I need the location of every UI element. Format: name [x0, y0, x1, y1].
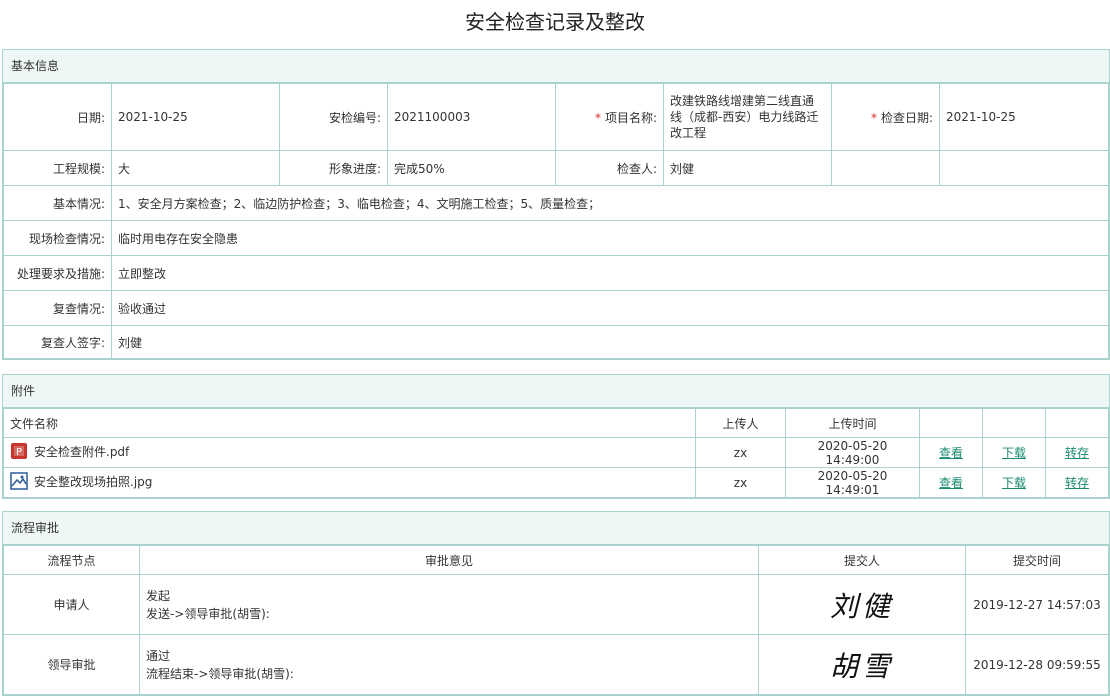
table-row: 领导审批 通过 流程结束->领导审批(胡雪): 胡雪 2019-12-28 09…: [3, 634, 1109, 695]
handle-label: 处理要求及措施:: [3, 255, 112, 291]
file-name[interactable]: 安全检查附件.pdf: [34, 445, 129, 459]
flow-detail: 流程结束->领导审批(胡雪):: [146, 666, 294, 681]
site-check-value: 临时用电存在安全隐患: [111, 220, 1109, 256]
image-file-icon: [10, 472, 28, 493]
date-label: 日期:: [3, 83, 112, 151]
recheck-sign-value: 刘健: [111, 325, 1109, 359]
signature-image: 刘健: [829, 589, 894, 623]
flow-approval-header: 流程审批: [3, 512, 1109, 545]
flow-approval-section: 流程审批 流程节点 审批意见 提交人 提交时间 申请人 发起 发送->领导审批(…: [2, 511, 1110, 696]
file-name-cell: 安全整改现场拍照.jpg: [3, 467, 696, 498]
pdf-file-icon: P: [10, 442, 28, 463]
column-header-empty: [982, 408, 1046, 438]
basic-info-section: 基本信息 日期: 2021-10-25 安检编号: 2021100003 * 项目…: [2, 49, 1110, 360]
flow-table: 流程节点 审批意见 提交人 提交时间 申请人 发起 发送->领导审批(胡雪): …: [3, 545, 1109, 695]
inspect-no-label: 安检编号:: [279, 83, 388, 151]
table-row: 申请人 发起 发送->领导审批(胡雪): 刘健 2019-12-27 14:57…: [3, 574, 1109, 635]
empty-cell: [831, 150, 940, 186]
transfer-link-cell: 转存: [1045, 437, 1109, 468]
scale-label: 工程规模:: [3, 150, 112, 186]
submit-time: 2019-12-27 14:57:03: [965, 574, 1109, 635]
basic-situation-label: 基本情况:: [3, 185, 112, 221]
check-date-label-cell: * 检查日期:: [831, 83, 940, 151]
basic-info-header: 基本信息: [3, 50, 1109, 83]
column-header-uploader: 上传人: [695, 408, 786, 438]
progress-value: 完成50%: [387, 150, 556, 186]
page-title: 安全检查记录及整改: [465, 10, 645, 34]
attachments-table: 文件名称 上传人 上传时间 P 安全检查附件.pdf zx 2020-05-20…: [3, 408, 1109, 498]
upload-time: 2020-05-20 14:49:01: [785, 467, 920, 498]
flow-opinion-cell: 通过 流程结束->领导审批(胡雪):: [139, 634, 759, 695]
flow-node: 领导审批: [3, 634, 140, 695]
column-header-empty: [1045, 408, 1109, 438]
transfer-link[interactable]: 转存: [1065, 476, 1089, 490]
table-row: P 安全检查附件.pdf zx 2020-05-20 14:49:00 查看 下…: [3, 437, 1109, 468]
progress-label: 形象进度:: [279, 150, 388, 186]
project-value: 改建铁路线增建第二线直通线（成都-西安）电力线路迁改工程: [663, 83, 832, 151]
site-check-label: 现场检查情况:: [3, 220, 112, 256]
flow-opinion-cell: 发起 发送->领导审批(胡雪):: [139, 574, 759, 635]
check-date-label: 检查日期:: [880, 110, 933, 125]
uploader: zx: [695, 437, 786, 468]
submit-time: 2019-12-28 09:59:55: [965, 634, 1109, 695]
column-header-submitter: 提交人: [758, 545, 966, 575]
table-row: 安全整改现场拍照.jpg zx 2020-05-20 14:49:01 查看 下…: [3, 467, 1109, 498]
column-header-node: 流程节点: [3, 545, 140, 575]
flow-opinion: 发起: [146, 588, 171, 603]
column-header-upload-time: 上传时间: [785, 408, 920, 438]
basic-situation-value: 1、安全月方案检查；2、临边防护检查；3、临电检查；4、文明施工检查；5、质量检…: [111, 185, 1109, 221]
file-name-cell: P 安全检查附件.pdf: [3, 437, 696, 468]
recheck-value: 验收通过: [111, 290, 1109, 326]
view-link-cell: 查看: [919, 437, 983, 468]
uploader: zx: [695, 467, 786, 498]
transfer-link[interactable]: 转存: [1065, 446, 1089, 460]
view-link-cell: 查看: [919, 467, 983, 498]
basic-info-table: 日期: 2021-10-25 安检编号: 2021100003 * 项目名称: 改…: [3, 83, 1109, 359]
download-link[interactable]: 下载: [1002, 476, 1026, 490]
view-link[interactable]: 查看: [939, 476, 963, 490]
column-header-empty: [919, 408, 983, 438]
project-label: 项目名称:: [604, 110, 657, 125]
scale-value: 大: [111, 150, 280, 186]
inspector-value: 刘健: [663, 150, 832, 186]
required-marker: *: [870, 110, 877, 125]
inspector-label: 检查人:: [555, 150, 664, 186]
column-header-opinion: 审批意见: [139, 545, 759, 575]
svg-text:P: P: [16, 447, 22, 458]
project-label-cell: * 项目名称:: [555, 83, 664, 151]
view-link[interactable]: 查看: [939, 446, 963, 460]
signature-image: 胡雪: [829, 649, 894, 683]
recheck-sign-label: 复查人签字:: [3, 325, 112, 359]
column-header-filename: 文件名称: [3, 408, 696, 438]
signature-cell: 胡雪: [758, 634, 966, 695]
upload-time: 2020-05-20 14:49:00: [785, 437, 920, 468]
recheck-label: 复查情况:: [3, 290, 112, 326]
flow-detail: 发送->领导审批(胡雪):: [146, 606, 270, 621]
download-link-cell: 下载: [982, 467, 1046, 498]
inspect-no-value: 2021100003: [387, 83, 556, 151]
required-marker: *: [594, 110, 601, 125]
download-link[interactable]: 下载: [1002, 446, 1026, 460]
flow-opinion: 通过: [146, 648, 171, 663]
date-value: 2021-10-25: [111, 83, 280, 151]
download-link-cell: 下载: [982, 437, 1046, 468]
signature-cell: 刘健: [758, 574, 966, 635]
handle-value: 立即整改: [111, 255, 1109, 291]
attachments-section: 附件 文件名称 上传人 上传时间 P 安全检查附件.pdf zx 2020-05…: [2, 374, 1110, 499]
check-date-value: 2021-10-25: [939, 83, 1109, 151]
flow-node: 申请人: [3, 574, 140, 635]
column-header-submit-time: 提交时间: [965, 545, 1109, 575]
file-name[interactable]: 安全整改现场拍照.jpg: [34, 475, 152, 489]
empty-cell: [939, 150, 1109, 186]
attachments-header: 附件: [3, 375, 1109, 408]
transfer-link-cell: 转存: [1045, 467, 1109, 498]
